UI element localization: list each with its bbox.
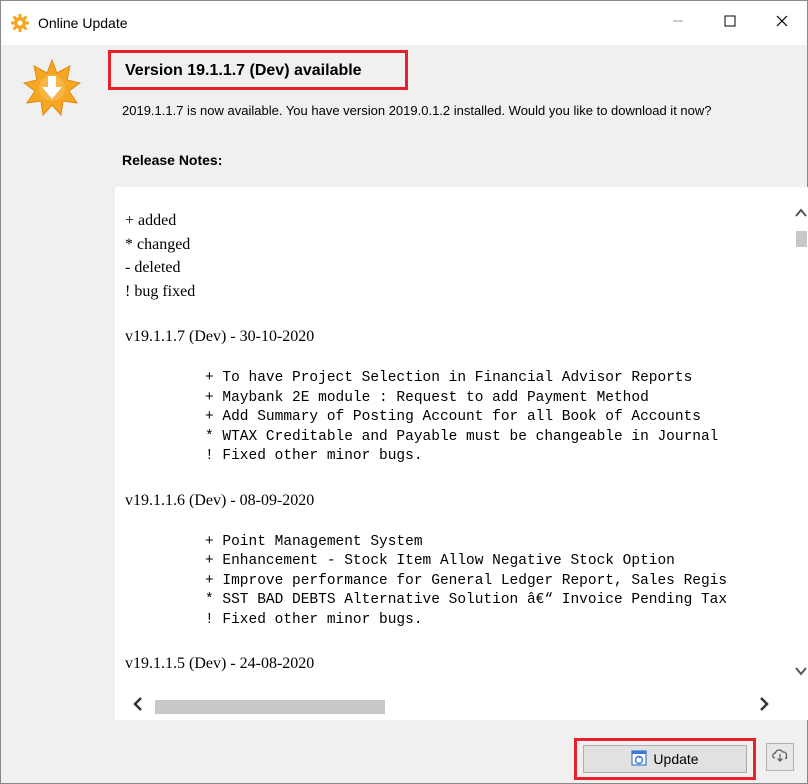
download-starburst-icon [22, 58, 82, 117]
maximize-icon [724, 14, 736, 32]
legend-line: + added [125, 212, 177, 229]
window-title: Online Update [38, 15, 128, 31]
change-item: * SST BAD DEBTS Alternative Solution â€“… [205, 592, 728, 608]
version-section: v19.1.1.5 (Dev) - 24-08-2020 [125, 652, 795, 676]
update-button[interactable]: Update [583, 745, 747, 773]
legend-line: * changed [125, 235, 191, 253]
minimize-icon [672, 14, 684, 32]
update-button-label: Update [653, 751, 699, 767]
title-bar: Online Update [1, 1, 807, 45]
legend-line: - deleted [125, 259, 181, 276]
vertical-scrollbar[interactable] [793, 187, 808, 689]
version-title: Version 19.1.1.7 (Dev) available [125, 62, 362, 79]
legend-line: ! bug fixed [125, 282, 196, 300]
horizontal-scroll-thumb[interactable] [155, 700, 385, 714]
scroll-left-icon[interactable] [133, 697, 143, 716]
availability-text: 2019.1.1.7 is now available. You have ve… [122, 103, 712, 118]
app-gear-icon [11, 14, 29, 32]
version-highlight-box: Version 19.1.1.7 (Dev) available [108, 50, 408, 90]
release-notes-content: + added * changed - deleted ! bug fixed … [125, 209, 795, 676]
change-item: + Add Summary of Posting Account for all… [205, 409, 701, 425]
change-list: + Point Management System + Enhancement … [125, 533, 795, 631]
online-update-window: Online Update Version 19.1.1.7 (Dev) ava… [0, 0, 808, 784]
change-item: * WTAX Creditable and Payable must be ch… [205, 428, 719, 445]
close-button[interactable] [757, 1, 807, 45]
vertical-scroll-thumb[interactable] [796, 231, 807, 247]
version-heading: v19.1.1.7 (Dev) - 30-10-2020 [125, 328, 315, 345]
scroll-right-icon[interactable] [759, 697, 769, 716]
minimize-button[interactable] [653, 1, 703, 45]
change-item: + To have Project Selection in Financial… [205, 370, 693, 386]
scroll-up-icon[interactable] [795, 205, 807, 221]
close-icon [776, 14, 788, 32]
change-item: + Point Management System [205, 533, 423, 550]
change-item: + Enhancement - Stock Item Allow Negativ… [205, 553, 675, 569]
version-heading: v19.1.1.5 (Dev) - 24-08-2020 [125, 655, 315, 672]
release-notes-panel[interactable]: + added * changed - deleted ! bug fixed … [115, 187, 808, 720]
maximize-button[interactable] [705, 1, 755, 45]
change-item: + Improve performance for General Ledger… [205, 572, 728, 589]
version-section: v19.1.1.6 (Dev) - 08-09-2020 + Point Man… [125, 489, 795, 631]
change-item: + Maybank 2E module : Request to add Pay… [205, 389, 649, 406]
change-item: ! Fixed other minor bugs. [205, 448, 423, 464]
cloud-download-button[interactable] [766, 743, 794, 771]
update-highlight-box: Update [574, 738, 756, 780]
cloud-download-icon [771, 747, 789, 768]
update-icon [631, 749, 648, 769]
change-list: + To have Project Selection in Financial… [125, 369, 795, 467]
version-heading: v19.1.1.6 (Dev) - 08-09-2020 [125, 491, 315, 509]
horizontal-scrollbar[interactable] [115, 695, 793, 719]
version-section: v19.1.1.7 (Dev) - 30-10-2020 + To have P… [125, 325, 795, 467]
release-notes-label: Release Notes: [122, 152, 223, 168]
scroll-down-icon[interactable] [795, 663, 807, 679]
change-item: ! Fixed other minor bugs. [205, 611, 423, 628]
